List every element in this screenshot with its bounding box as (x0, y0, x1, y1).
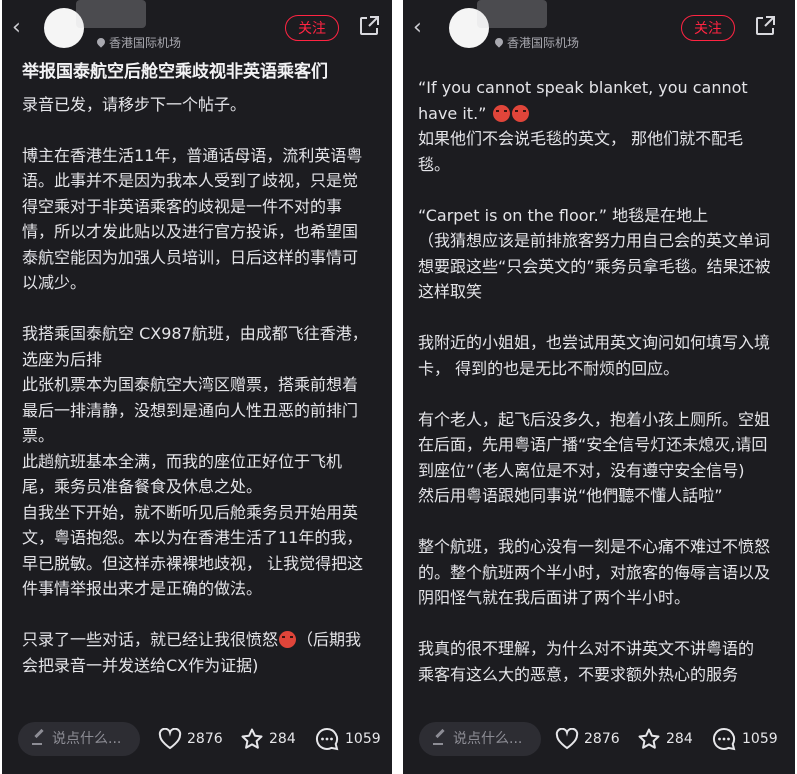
comment-button[interactable]: 1059 (314, 724, 381, 754)
heart-icon (158, 727, 182, 750)
post-paragraph: 整个航班，我的心没有一刻是不心痛不难过不愤怒的。整个航班两个半小时，对旅客的侮辱… (418, 537, 771, 607)
collect-button[interactable]: 284 (637, 724, 693, 754)
engagement-bar: 说点什么... 2876 284 1059 (403, 710, 795, 774)
angry-face-icon (279, 631, 297, 648)
heart-icon (555, 727, 579, 750)
post-paragraph: 如果他们不会说毛毯的英文， 那他们就不配毛毯。 (418, 129, 744, 174)
pen-icon (32, 733, 42, 745)
post-paragraph: 乘客有这么大的恶意，不要求额外热心的服务 (418, 664, 739, 684)
content-fade (403, 688, 795, 710)
location-tag[interactable]: 香港国际机场 (95, 34, 182, 51)
post-paragraph: 录音已发，请移步下一个帖子。 (22, 94, 247, 114)
comment-count: 1059 (742, 731, 778, 747)
post-body: 举报国泰航空后舱空乘歧视非英语乘客们 录音已发，请移步下一个帖子。 博主在香港生… (22, 60, 372, 678)
post-paragraph: 然后用粤语跟她同事说“他們聽不懂人話啦” (418, 486, 723, 505)
post-paragraph: 我真的很不理解，为什么对不讲英文不讲粤语的 (418, 639, 755, 658)
comment-input[interactable]: 说点什么... (18, 722, 140, 756)
author-name-blurred (76, 0, 146, 28)
post-header: ‹ 香港国际机场 关注 (2, 0, 392, 56)
like-count: 2876 (187, 731, 223, 747)
post-paragraph: “If you cannot speak blanket, you cannot… (418, 75, 773, 126)
post-paragraph: 我搭乘国泰航空 CX987航班，由成都飞往香港，选座为后排 (22, 324, 368, 369)
post-paragraph: 只录了一些对话，就已经让我很愤怒 （后期我会把录音一并发送给CX作为证据) (22, 627, 372, 678)
star-icon (638, 728, 660, 749)
follow-button[interactable]: 关注 (285, 15, 339, 41)
comment-button[interactable]: 1059 (711, 724, 778, 754)
angry-face-icon (492, 104, 510, 122)
comment-placeholder: 说点什么... (453, 731, 523, 747)
follow-button[interactable]: 关注 (681, 15, 735, 41)
content-fade (2, 688, 392, 710)
location-tag[interactable]: 香港国际机场 (493, 34, 580, 51)
post-body: “If you cannot speak blanket, you cannot… (418, 75, 773, 687)
post-text: 只录了一些对话，就已经让我很愤怒 (22, 630, 279, 649)
comment-bubble-icon (712, 727, 736, 751)
star-count: 284 (269, 731, 296, 747)
location-label: 香港国际机场 (507, 36, 580, 50)
location-label: 香港国际机场 (109, 36, 182, 50)
share-icon[interactable] (753, 14, 777, 38)
angry-face-icon (511, 104, 529, 122)
post-title: 举报国泰航空后舱空乘歧视非英语乘客们 (22, 62, 328, 82)
star-icon (241, 728, 263, 749)
post-paragraph: 此张机票本为国泰航空大湾区赠票，搭乘前想着最后一排清静，没想到是通向人性丑恶的前… (22, 375, 359, 445)
back-icon[interactable]: ‹ (12, 16, 21, 40)
share-icon[interactable] (357, 14, 381, 38)
like-button[interactable]: 2876 (158, 724, 223, 754)
location-pin-icon (95, 36, 107, 48)
star-count: 284 (666, 731, 693, 747)
post-text: “If you cannot speak blanket, you cannot… (418, 78, 748, 123)
post-panel-right: ‹ 香港国际机场 关注 “If you cannot speak blanket… (403, 0, 795, 774)
comment-input[interactable]: 说点什么... (419, 722, 541, 756)
post-paragraph: 此趟航班基本全满，而我的座位正好位于飞机尾，乘务员准备餐食及休息之处。 (22, 451, 343, 497)
post-paragraph: （我猜想应该是前排旅客努力用自己会的英文单词想要跟这些“只会英文的”乘务员拿毛毯… (418, 231, 771, 301)
pen-icon (433, 733, 443, 745)
comment-bubble-icon (315, 727, 339, 751)
engagement-bar: 说点什么... 2876 284 1059 (2, 710, 392, 774)
like-button[interactable]: 2876 (555, 724, 620, 754)
location-pin-icon (493, 36, 505, 48)
comment-placeholder: 说点什么... (52, 731, 122, 747)
post-paragraph: 自我坐下开始，就不断听见后舱乘务员开始用英文，粤语抱怨。本以为在香港生活了11年… (22, 502, 364, 599)
back-icon[interactable]: ‹ (413, 16, 422, 40)
post-panel-left: ‹ 香港国际机场 关注 举报国泰航空后舱空乘歧视非英语乘客们 录音已发，请移步下… (2, 0, 392, 774)
post-paragraph: 我附近的小姐姐，也尝试用英文询问如何填写入境卡， 得到的也是无比不耐烦的回应。 (418, 333, 771, 378)
post-paragraph: 博主在香港生活11年，普通话母语，流利英语粤语。此事并不是因为我本人受到了歧视，… (22, 145, 363, 293)
author-name-blurred (477, 0, 547, 28)
comment-count: 1059 (345, 731, 381, 747)
post-paragraph: “Carpet is on the floor.” 地毯是在地上 (418, 205, 709, 225)
collect-button[interactable]: 284 (240, 724, 296, 754)
post-paragraph: 有个老人，起飞后没多久，抱着小孩上厕所。空姐在后面，先用粤语广播“安全信号灯还未… (418, 409, 771, 480)
post-header: ‹ 香港国际机场 关注 (403, 0, 795, 56)
like-count: 2876 (584, 731, 620, 747)
